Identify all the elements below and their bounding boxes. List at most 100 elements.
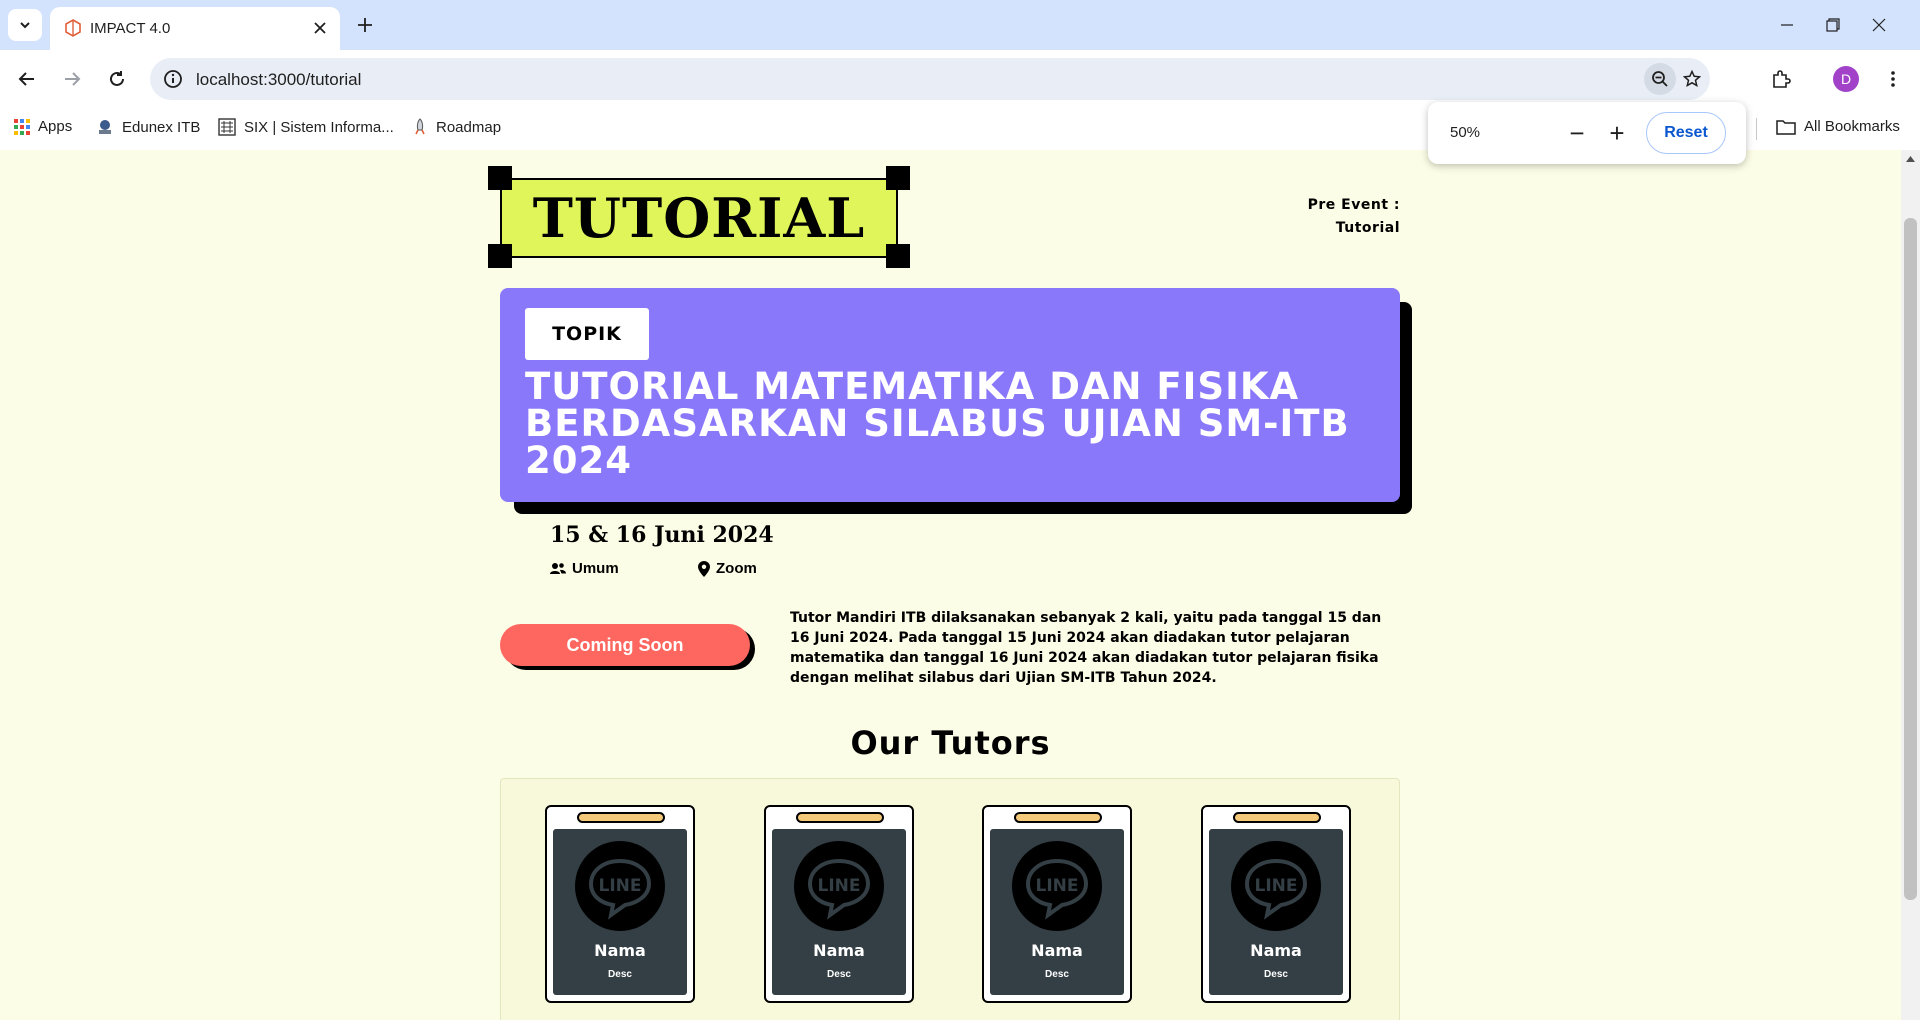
all-bookmarks-label: All Bookmarks	[1804, 118, 1900, 135]
restore-button[interactable]	[1810, 8, 1856, 42]
back-button[interactable]	[10, 62, 44, 96]
line-logo-text: LINE	[818, 876, 861, 896]
forward-button[interactable]	[55, 62, 89, 96]
tutor-card-body: LINE Nama Desc	[553, 829, 687, 995]
active-tab[interactable]: IMPACT 4.0	[50, 7, 340, 50]
close-window-button[interactable]	[1856, 8, 1902, 42]
line-logo-text: LINE	[599, 876, 642, 896]
line-logo-text: LINE	[1036, 876, 1079, 896]
scroll-up-button[interactable]	[1901, 150, 1920, 168]
line-logo-icon: LINE	[575, 841, 665, 931]
triangle-up-icon	[1906, 156, 1915, 162]
extensions-button[interactable]	[1764, 62, 1798, 96]
bookmark-label: Edunex ITB	[122, 118, 201, 136]
tutor-card[interactable]: LINE Nama Desc	[764, 805, 914, 1003]
rocket-icon	[415, 118, 425, 135]
pre-event-name: Tutorial	[1335, 220, 1400, 236]
impact-favicon	[65, 19, 81, 37]
line-logo-icon: LINE	[794, 841, 884, 931]
tutor-name: Nama	[813, 941, 865, 960]
browser-toolbar: localhost:3000/tutorial D	[0, 50, 1920, 108]
zoom-popup: 50% − + Reset	[1428, 102, 1746, 164]
users-icon	[550, 562, 566, 574]
bookmark-six[interactable]: SIX | Sistem Informa...	[218, 118, 394, 136]
location-label: Zoom	[716, 560, 757, 577]
resize-handle-top-left[interactable]	[488, 166, 512, 190]
tutor-card-body: LINE Nama Desc	[1209, 829, 1343, 995]
address-bar[interactable]: localhost:3000/tutorial	[150, 58, 1710, 100]
tutor-desc: Desc	[1264, 969, 1288, 980]
line-logo-icon: LINE	[1012, 841, 1102, 931]
tutor-name: Nama	[1031, 941, 1083, 960]
topic-card: TOPIK TUTORIAL MATEMATIKA DAN FISIKA BER…	[500, 288, 1400, 502]
profile-button[interactable]: D	[1829, 62, 1863, 96]
more-vertical-icon	[1891, 71, 1895, 87]
edunex-favicon	[99, 120, 111, 134]
page-title-box: TUTORIAL	[500, 178, 898, 258]
restore-icon	[1826, 18, 1840, 32]
reload-icon	[110, 71, 124, 86]
line-logo-text: LINE	[1255, 876, 1298, 896]
bookmark-apps[interactable]: Apps	[14, 118, 72, 135]
resize-handle-top-right[interactable]	[886, 166, 910, 190]
event-date: 15 & 16 Juni 2024	[550, 522, 774, 548]
folder-icon	[1776, 119, 1796, 135]
bookmark-label: SIX | Sistem Informa...	[244, 118, 394, 136]
coming-soon-button[interactable]: Coming Soon	[500, 624, 750, 666]
bookmark-roadmap[interactable]: Roadmap	[412, 118, 501, 136]
bookmarks-separator	[1756, 118, 1757, 140]
bookmark-star-button[interactable]	[1676, 63, 1708, 95]
tutor-desc: Desc	[608, 969, 632, 980]
apps-grid-icon	[14, 118, 30, 135]
tutor-desc: Desc	[1045, 969, 1069, 980]
close-icon	[314, 22, 326, 34]
browser-menu-button[interactable]	[1876, 62, 1910, 96]
page-scrollbar[interactable]	[1901, 150, 1920, 1020]
avatar: D	[1833, 66, 1859, 92]
topic-badge: TOPIK	[525, 308, 649, 360]
tab-search-button[interactable]	[8, 9, 42, 41]
zoom-percent: 50%	[1450, 124, 1481, 141]
tutor-card[interactable]: LINE Nama Desc	[1201, 805, 1351, 1003]
arrow-right-icon	[65, 72, 81, 86]
zoom-button[interactable]	[1644, 63, 1676, 95]
tutors-panel: LINE Nama Desc LINE Nama Desc LINE Nama …	[500, 778, 1400, 1020]
tutor-name: Nama	[1250, 941, 1302, 960]
chevron-down-icon	[20, 22, 30, 29]
new-tab-button[interactable]	[350, 10, 380, 40]
bookmark-label: Apps	[38, 118, 73, 135]
minimize-button[interactable]	[1764, 8, 1810, 42]
badge-clip	[796, 812, 884, 823]
zoom-out-icon	[1652, 71, 1668, 87]
zoom-out-button[interactable]: −	[1562, 118, 1592, 148]
topic-title: TUTORIAL MATEMATIKA DAN FISIKA BERDASARK…	[525, 365, 1350, 482]
tutor-card[interactable]: LINE Nama Desc	[545, 805, 695, 1003]
audience-info: Umum	[550, 560, 619, 577]
site-info-icon[interactable]	[162, 68, 184, 90]
tab-close-button[interactable]	[308, 16, 332, 40]
bookmark-label: Roadmap	[436, 118, 502, 136]
arrow-left-icon	[18, 72, 34, 86]
tutors-heading: Our Tutors	[850, 724, 1051, 762]
bookmark-edunex[interactable]: Edunex ITB	[96, 118, 200, 136]
close-icon	[1872, 18, 1886, 32]
all-bookmarks-button[interactable]: All Bookmarks	[1776, 118, 1900, 135]
badge-clip	[1014, 812, 1102, 823]
minimize-icon	[1781, 24, 1793, 26]
event-description: Tutor Mandiri ITB dilaksanakan sebanyak …	[790, 610, 1382, 686]
line-logo-icon: LINE	[1231, 841, 1321, 931]
tutor-card[interactable]: LINE Nama Desc	[982, 805, 1132, 1003]
zoom-in-button[interactable]: +	[1602, 118, 1632, 148]
location-info: Zoom	[698, 560, 757, 577]
tab-title: IMPACT 4.0	[90, 20, 171, 37]
resize-handle-bottom-right[interactable]	[886, 244, 910, 268]
pre-event-heading: Pre Event :	[1307, 197, 1400, 213]
badge-clip	[1233, 812, 1321, 823]
zoom-reset-button[interactable]: Reset	[1646, 112, 1726, 154]
scroll-thumb[interactable]	[1904, 218, 1917, 900]
reload-button[interactable]	[100, 62, 134, 96]
resize-handle-bottom-left[interactable]	[488, 244, 512, 268]
page-viewport: TUTORIAL Pre Event : Tutorial TOPIK TUTO…	[0, 150, 1901, 1020]
pre-event-label: Pre Event : Tutorial	[1160, 194, 1400, 240]
tutor-card-body: LINE Nama Desc	[990, 829, 1124, 995]
